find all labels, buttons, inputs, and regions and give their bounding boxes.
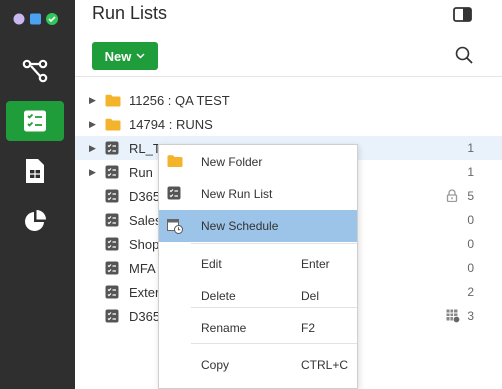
item-count: 2 xyxy=(467,285,474,299)
runlist-icon xyxy=(167,186,183,202)
menu-item-label: New Folder xyxy=(201,155,263,169)
item-count: 5 xyxy=(467,189,474,203)
rail-report-button[interactable] xyxy=(6,151,64,191)
menu-item-rename[interactable]: Rename F2 xyxy=(159,312,357,344)
menu-item-shortcut: Del xyxy=(301,289,320,303)
lock-icon xyxy=(446,189,460,203)
item-count: 1 xyxy=(467,141,474,155)
tree-row-label: D365 xyxy=(129,188,161,204)
expand-caret-icon[interactable]: ▶ xyxy=(89,167,99,178)
menu-item-label: Copy xyxy=(201,358,230,372)
menu-item-shortcut: F2 xyxy=(301,321,316,335)
tree-row-label: D365 xyxy=(129,308,161,324)
tree-row-label: MFA xyxy=(129,260,156,276)
workflow-icon xyxy=(22,59,48,83)
menu-item-label: New Schedule xyxy=(201,219,279,233)
runlist-icon xyxy=(105,189,121,203)
search-icon[interactable] xyxy=(455,46,473,64)
context-menu: New Folder New Run List New Schedule Edit En… xyxy=(158,144,358,389)
new-button[interactable]: New xyxy=(92,42,158,70)
rail-analytics-button[interactable] xyxy=(6,201,64,241)
menu-item-label: Edit xyxy=(201,257,222,271)
runlist-icon xyxy=(105,261,121,275)
tree-row-label: Exter xyxy=(129,284,160,300)
tree-row-label: Run xyxy=(129,164,153,180)
report-icon xyxy=(26,159,44,183)
tree-row[interactable]: ▶ 14794 : RUNS xyxy=(75,112,502,136)
runlist-icon xyxy=(105,309,121,323)
menu-item-label: Delete xyxy=(201,289,236,303)
page-title: Run Lists xyxy=(92,3,168,23)
rail-workflow-button[interactable] xyxy=(6,51,64,91)
tree-row-label: Sales xyxy=(129,212,162,228)
menu-item-shortcut: Enter xyxy=(301,257,330,271)
item-count: 0 xyxy=(467,261,474,275)
app-logo xyxy=(13,13,58,25)
menu-item-new-folder[interactable]: New Folder xyxy=(159,146,357,178)
menu-separator xyxy=(191,243,357,244)
app-window: Run Lists New ▶ 11256 : QA TEST ▶ 14794 : R… xyxy=(0,0,502,389)
runlist-icon xyxy=(105,285,121,299)
menu-item-label: Rename xyxy=(201,321,247,335)
menu-item-label: New Run List xyxy=(201,187,273,201)
item-count: 0 xyxy=(467,213,474,227)
menu-item-new-run-list[interactable]: New Run List xyxy=(159,178,357,210)
schedule-icon xyxy=(167,218,183,234)
pie-chart-icon xyxy=(25,210,46,231)
folder-icon xyxy=(105,93,121,107)
schedule-grid-icon xyxy=(446,309,461,324)
runlist-icon xyxy=(105,213,121,227)
tree-row-label: Shop xyxy=(129,236,160,252)
runlist-icon xyxy=(24,110,46,132)
runlist-icon xyxy=(105,141,121,155)
menu-item-edit[interactable]: Edit Enter xyxy=(159,248,357,280)
rail-runlist-button[interactable] xyxy=(6,101,64,141)
menu-item-shortcut: CTRL+C xyxy=(301,358,349,372)
toolbar-divider xyxy=(75,76,502,77)
item-count: 1 xyxy=(467,165,474,179)
left-rail xyxy=(0,0,75,389)
expand-caret-icon[interactable]: ▶ xyxy=(89,95,99,106)
runlist-icon xyxy=(105,165,121,179)
menu-item-new-schedule[interactable]: New Schedule xyxy=(159,210,357,242)
item-count: 3 xyxy=(467,309,474,323)
menu-separator xyxy=(191,343,357,344)
layout-toggle-icon[interactable] xyxy=(453,7,472,22)
new-button-label: New xyxy=(104,48,132,64)
expand-caret-icon[interactable]: ▶ xyxy=(89,119,99,130)
expand-caret-icon[interactable]: ▶ xyxy=(89,143,99,154)
tree-row-label: 14794 : RUNS xyxy=(129,116,213,132)
menu-separator xyxy=(191,307,357,308)
tree-row-label: 11256 : QA TEST xyxy=(129,92,230,108)
folder-icon xyxy=(105,117,121,131)
folder-icon xyxy=(167,154,183,170)
item-count: 0 xyxy=(467,237,474,251)
runlist-icon xyxy=(105,237,121,251)
menu-item-copy[interactable]: Copy CTRL+C xyxy=(159,349,357,381)
chevron-down-icon xyxy=(136,53,145,59)
tree-row[interactable]: ▶ 11256 : QA TEST xyxy=(75,88,502,112)
